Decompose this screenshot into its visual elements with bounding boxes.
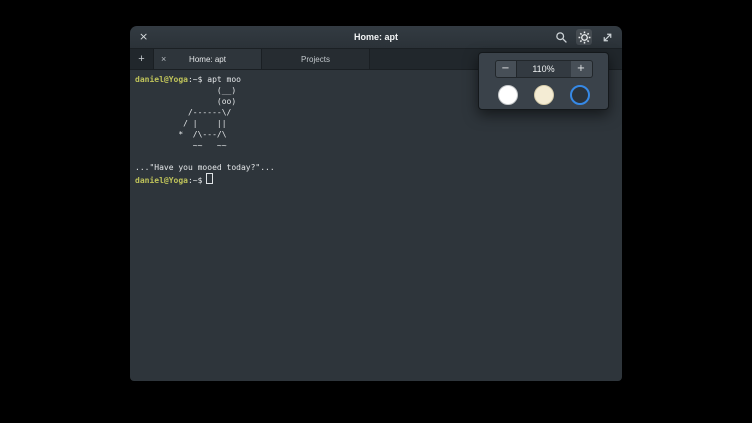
- fullscreen-icon: [601, 31, 614, 44]
- terminal-line: ..."Have you mooed today?"...: [135, 162, 617, 173]
- terminal-line: daniel@Yoga:~$: [135, 173, 617, 184]
- zoom-in-button[interactable]: +: [571, 60, 593, 78]
- settings-popover: − 110% +: [478, 52, 609, 110]
- prompt-user: daniel@Yoga: [135, 75, 188, 84]
- terminal-line: / | ||: [135, 118, 617, 129]
- tab-close-button[interactable]: ×: [161, 55, 166, 64]
- titlebar-actions: [553, 26, 615, 48]
- theme-selector: [498, 85, 590, 105]
- zoom-out-button[interactable]: −: [495, 60, 517, 78]
- terminal-line: * /\---/\: [135, 129, 617, 140]
- prompt-path: :~$: [188, 176, 202, 185]
- terminal-blank-line: [135, 151, 617, 162]
- tab-home-apt[interactable]: × Home: apt: [154, 49, 262, 69]
- gear-icon: [578, 31, 591, 44]
- tab-projects[interactable]: Projects: [262, 49, 370, 69]
- theme-dark-button[interactable]: [570, 85, 590, 105]
- window-close-button[interactable]: ×: [139, 26, 148, 48]
- prompt-user: daniel@Yoga: [135, 176, 188, 185]
- search-icon: [555, 31, 568, 44]
- tab-label: Projects: [301, 55, 330, 64]
- settings-button[interactable]: [576, 29, 592, 45]
- new-tab-button[interactable]: +: [130, 49, 154, 69]
- search-button[interactable]: [553, 29, 569, 45]
- zoom-level: 110%: [517, 60, 571, 78]
- window-title: Home: apt: [130, 32, 622, 42]
- command-text: apt moo: [202, 75, 241, 84]
- zoom-controls: − 110% +: [495, 60, 593, 78]
- tab-label: Home: apt: [189, 55, 226, 64]
- prompt-path: :~$: [188, 75, 202, 84]
- theme-sepia-button[interactable]: [534, 85, 554, 105]
- terminal-line: ~~ ~~: [135, 140, 617, 151]
- terminal-cursor: [206, 173, 213, 184]
- terminal-view[interactable]: daniel@Yoga:~$ apt moo (__) (oo) /------…: [130, 70, 622, 381]
- theme-light-button[interactable]: [498, 85, 518, 105]
- titlebar[interactable]: × Home: apt: [130, 26, 622, 49]
- fullscreen-button[interactable]: [599, 29, 615, 45]
